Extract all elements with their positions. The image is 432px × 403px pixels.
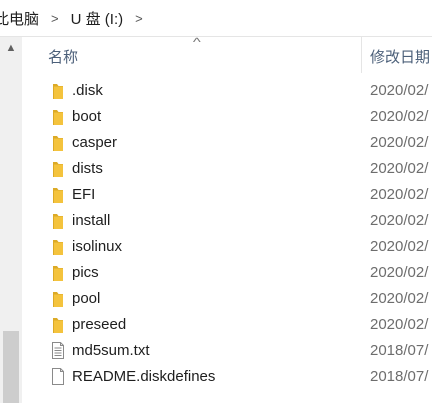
text-file-icon xyxy=(50,342,66,359)
sort-ascending-icon: ^ xyxy=(192,35,201,49)
folder-icon xyxy=(50,82,66,99)
file-date-modified: 2020/02/ xyxy=(370,134,429,151)
folder-icon xyxy=(50,316,66,333)
column-header-name[interactable]: 名称 xyxy=(48,46,78,67)
folder-icon xyxy=(50,108,66,125)
file-list-item[interactable]: dists 2020/02/ xyxy=(22,156,432,182)
file-list-item[interactable]: .disk 2020/02/ xyxy=(22,78,432,104)
file-name: .disk xyxy=(72,82,103,99)
folder-icon xyxy=(50,160,66,177)
file-name: install xyxy=(72,212,111,229)
file-name: casper xyxy=(72,134,118,151)
file-date-modified: 2020/02/ xyxy=(370,186,429,203)
column-divider[interactable] xyxy=(361,37,362,73)
file-name: pics xyxy=(72,264,99,281)
file-date-modified: 2020/02/ xyxy=(370,238,429,255)
file-name: boot xyxy=(72,108,102,125)
file-date-modified: 2018/07/ xyxy=(370,342,429,359)
folder-icon xyxy=(50,290,66,307)
file-list-item[interactable]: isolinux 2020/02/ xyxy=(22,234,432,260)
file-name: md5sum.txt xyxy=(72,342,150,359)
file-date-modified: 2020/02/ xyxy=(370,316,429,333)
file-list-item[interactable]: EFI 2020/02/ xyxy=(22,182,432,208)
file-name: preseed xyxy=(72,316,127,333)
chevron-right-icon[interactable]: > xyxy=(125,11,153,26)
folder-icon xyxy=(50,186,66,203)
file-list-item[interactable]: install 2020/02/ xyxy=(22,208,432,234)
folder-icon xyxy=(50,134,66,151)
chevron-right-icon[interactable]: > xyxy=(41,11,69,26)
column-header-date-modified[interactable]: 修改日期 xyxy=(370,46,430,67)
file-list-item[interactable]: casper 2020/02/ xyxy=(22,130,432,156)
file-date-modified: 2018/07/ xyxy=(370,368,429,385)
file-date-modified: 2020/02/ xyxy=(370,264,429,281)
file-date-modified: 2020/02/ xyxy=(370,108,429,125)
file-date-modified: 2020/02/ xyxy=(370,160,429,177)
file-name: pool xyxy=(72,290,101,307)
folder-icon xyxy=(50,264,66,281)
file-name: README.diskdefines xyxy=(72,368,216,385)
scroll-up-arrow-icon[interactable]: ▲ xyxy=(0,37,22,59)
column-header-row: ^ 名称 修改日期 xyxy=(22,35,432,73)
file-name: EFI xyxy=(72,186,96,203)
file-list-item[interactable]: README.diskdefines 2018/07/ xyxy=(22,364,432,390)
folder-icon xyxy=(50,238,66,255)
file-date-modified: 2020/02/ xyxy=(370,82,429,99)
breadcrumb-this-pc[interactable]: 此电脑 xyxy=(0,8,41,29)
file-name: isolinux xyxy=(72,238,123,255)
scrollbar-thumb[interactable] xyxy=(3,331,19,403)
breadcrumb-usb-drive[interactable]: U 盘 (I:) xyxy=(69,8,126,29)
file-name: dists xyxy=(72,160,103,177)
file-date-modified: 2020/02/ xyxy=(370,290,429,307)
file-list: .disk 2020/02/boot 2020/02/casper 2020/02/d… xyxy=(22,78,432,390)
file-list-item[interactable]: boot 2020/02/ xyxy=(22,104,432,130)
file-icon xyxy=(50,368,66,385)
file-list-item[interactable]: pics 2020/02/ xyxy=(22,260,432,286)
folder-icon xyxy=(50,212,66,229)
file-list-item[interactable]: pool 2020/02/ xyxy=(22,286,432,312)
file-list-item[interactable]: md5sum.txt 2018/07/ xyxy=(22,338,432,364)
vertical-scrollbar[interactable]: ▲ xyxy=(0,37,22,403)
file-date-modified: 2020/02/ xyxy=(370,212,429,229)
breadcrumb: 此电脑 > U 盘 (I:) > xyxy=(0,0,432,37)
file-list-item[interactable]: preseed 2020/02/ xyxy=(22,312,432,338)
